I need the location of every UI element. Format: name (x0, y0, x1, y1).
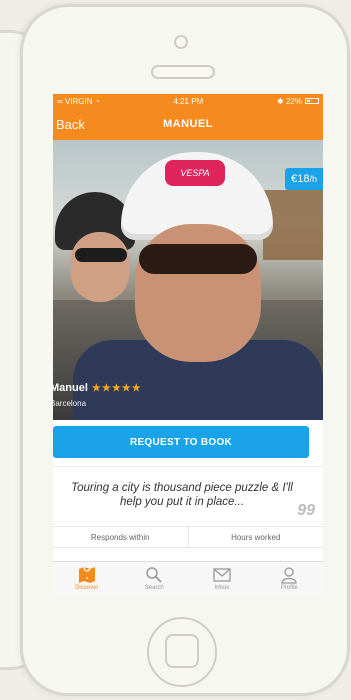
battery-indicator: ✱ 22% (277, 97, 319, 106)
tab-label: Profile (280, 585, 298, 591)
envelope-icon (213, 568, 231, 582)
clock: 4:21 PM (173, 96, 204, 106)
app-showcase: ∞ VIRGIN ◔ 4:21 PM ✱ 22% Back MANUEL VES… (0, 0, 351, 700)
tab-discover[interactable]: Discover (53, 562, 121, 597)
host-city: Barcelona (53, 399, 87, 408)
host-photo: VESPA €18/h Manuel ★★★★★ Barcelona (53, 140, 323, 420)
tab-bar: Discover Search Inbox Profile (53, 561, 323, 597)
nav-bar: Back MANUEL (53, 108, 323, 140)
tab-inbox[interactable]: Inbox (188, 562, 256, 597)
tab-label: Search (144, 585, 164, 591)
battery-icon (304, 98, 319, 105)
bluetooth-icon: ✱ (277, 96, 284, 106)
booking-area: REQUEST TO BOOK (53, 420, 323, 466)
carrier-label: ∞ VIRGIN ◔ (57, 96, 100, 106)
photo-sunglasses (75, 248, 127, 262)
host-name: Manuel (53, 382, 88, 394)
request-to-book-button[interactable]: REQUEST TO BOOK (53, 426, 309, 458)
price-unit: /h (309, 174, 317, 184)
home-button-icon (165, 634, 199, 668)
user-icon (281, 567, 297, 584)
tab-label: Inbox (214, 585, 230, 591)
quote-text: Touring a city is thousand piece puzzle … (71, 482, 293, 508)
tab-label: Discover (75, 585, 99, 591)
host-stats: Responds within Hours worked (53, 526, 323, 548)
camera-icon (174, 35, 188, 49)
star-rating-icon: ★★★★★ (91, 383, 142, 394)
price-badge: €18/h (285, 168, 323, 190)
responds-within-label: Responds within (53, 527, 189, 547)
photo-person (71, 232, 129, 302)
host-quote: Touring a city is thousand piece puzzle … (53, 466, 323, 526)
status-bar: ∞ VIRGIN ◔ 4:21 PM ✱ 22% (53, 94, 323, 108)
quote-mark-icon: 99 (297, 502, 315, 519)
host-name-row: Manuel ★★★★★ (53, 382, 142, 394)
page-title: MANUEL (162, 118, 214, 130)
helmet-logo: VESPA (165, 160, 225, 186)
tab-profile[interactable]: Profile (256, 562, 324, 597)
phone-screen: ∞ VIRGIN ◔ 4:21 PM ✱ 22% Back MANUEL VES… (53, 94, 323, 597)
wifi-icon: ◔ (94, 96, 100, 106)
photo-sunglasses (139, 244, 257, 274)
price-value: €18 (291, 173, 310, 185)
map-icon (78, 566, 95, 583)
search-icon (146, 567, 162, 583)
speaker-grille (151, 65, 215, 79)
tab-search[interactable]: Search (121, 562, 189, 597)
hours-worked-label: Hours worked (231, 533, 281, 542)
